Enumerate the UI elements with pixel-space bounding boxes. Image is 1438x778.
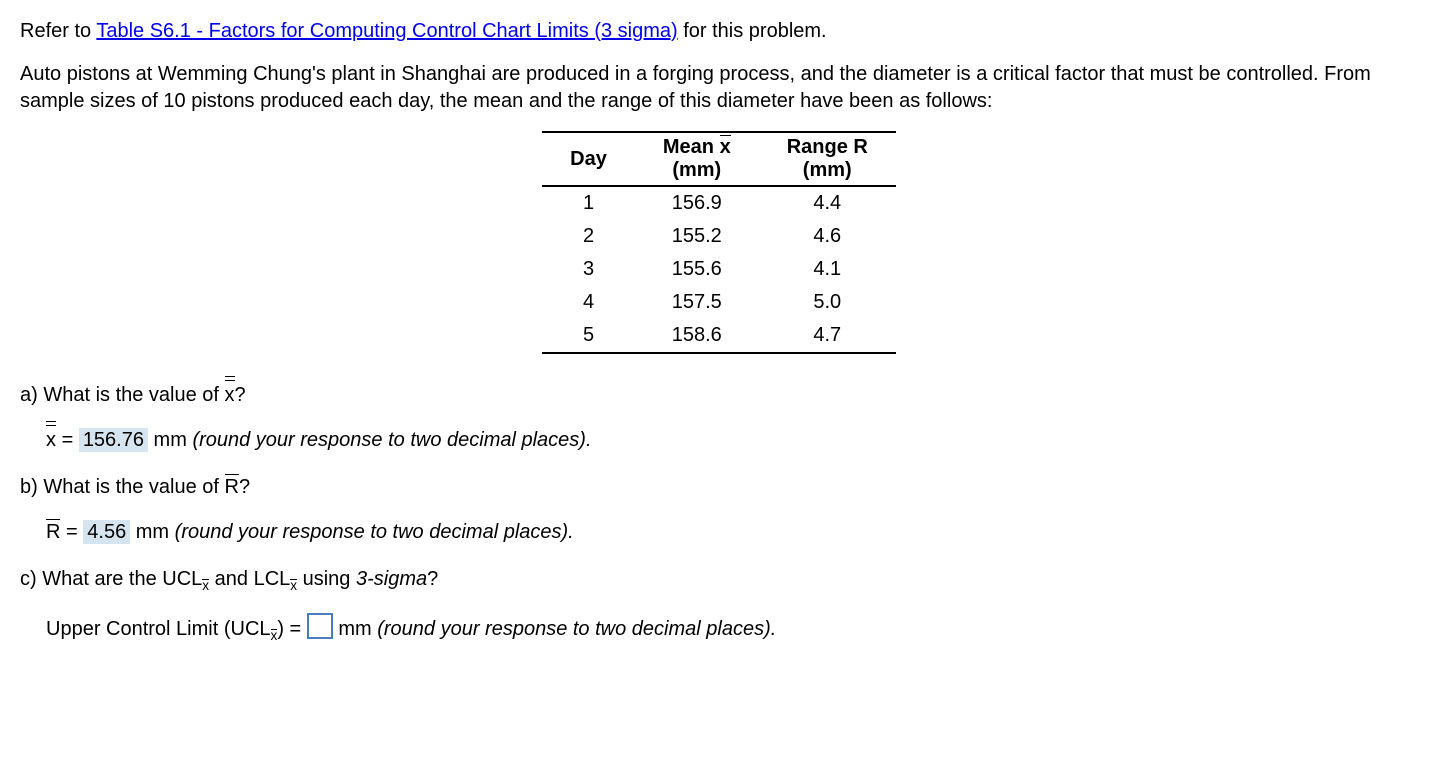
cell-day: 2	[542, 220, 635, 253]
answer-b: R = 4.56 mm (round your response to two …	[46, 519, 1418, 546]
ucl-input[interactable]	[307, 613, 333, 639]
cell-day: 4	[542, 286, 635, 319]
cell-mean: 156.9	[635, 186, 759, 220]
question-c-prefix: c) What are the UCL	[20, 568, 202, 590]
table-reference-link[interactable]: Table S6.1 - Factors for Computing Contr…	[96, 20, 677, 42]
intro-paragraph: Refer to Table S6.1 - Factors for Comput…	[20, 18, 1418, 45]
table-row: 5 158.6 4.7	[542, 319, 896, 353]
intro-prefix: Refer to	[20, 20, 96, 42]
answer-c-unit: mm	[333, 618, 377, 640]
question-b-label: b) What is the value of	[20, 476, 225, 498]
cell-day: 3	[542, 253, 635, 286]
x-bar-subscript: x	[271, 628, 278, 643]
table-row: 3 155.6 4.1	[542, 253, 896, 286]
answer-c: Upper Control Limit (UCLx) = mm (round y…	[46, 613, 1418, 645]
col-day-header: Day	[570, 148, 607, 171]
x-double-bar-symbol: x	[46, 427, 56, 454]
cell-range: 4.4	[759, 186, 896, 220]
question-b: b) What is the value of R?	[20, 474, 1418, 501]
intro-suffix: for this problem.	[678, 20, 827, 42]
cell-mean: 155.2	[635, 220, 759, 253]
col-range-header-l1: Range R	[787, 136, 868, 158]
table-header-row: Day Mean x (mm) Range R (mm)	[542, 132, 896, 186]
question-c-suffix: using	[297, 568, 356, 590]
answer-c-lhs1: Upper Control Limit (UCL	[46, 618, 271, 640]
table-row: 2 155.2 4.6	[542, 220, 896, 253]
cell-range: 5.0	[759, 286, 896, 319]
answer-c-hint: (round your response to two decimal plac…	[377, 618, 776, 640]
question-c: c) What are the UCLx and LCLx using 3-si…	[20, 566, 1418, 595]
cell-mean: 157.5	[635, 286, 759, 319]
answer-c-lhs2: ) =	[277, 618, 306, 640]
answer-a-value[interactable]: 156.76	[79, 428, 148, 452]
cell-range: 4.6	[759, 220, 896, 253]
col-mean-header-l2: (mm)	[672, 159, 721, 181]
scenario-paragraph: Auto pistons at Wemming Chung's plant in…	[20, 61, 1418, 115]
answer-b-equals: =	[66, 521, 83, 543]
cell-day: 1	[542, 186, 635, 220]
x-bar-subscript: x	[290, 578, 297, 593]
r-bar-symbol: R	[46, 519, 60, 546]
cell-mean: 155.6	[635, 253, 759, 286]
question-a-label: a) What is the value of	[20, 384, 225, 406]
table-row: 1 156.9 4.4	[542, 186, 896, 220]
col-range-header-l2: (mm)	[803, 159, 852, 181]
x-double-bar-symbol: x	[225, 382, 235, 409]
cell-day: 5	[542, 319, 635, 353]
table-row: 4 157.5 5.0	[542, 286, 896, 319]
answer-b-value[interactable]: 4.56	[83, 520, 130, 544]
question-c-sigma: 3-sigma	[356, 568, 427, 590]
answer-b-unit: mm	[136, 521, 175, 543]
cell-mean: 158.6	[635, 319, 759, 353]
answer-a-equals: =	[62, 429, 79, 451]
answer-a-hint: (round your response to two decimal plac…	[192, 429, 591, 451]
answer-a-unit: mm	[154, 429, 193, 451]
answer-a: x = 156.76 mm (round your response to tw…	[46, 427, 1418, 454]
data-table: Day Mean x (mm) Range R (mm) 1 156.9 4.4…	[542, 131, 896, 354]
question-a: a) What is the value of x?	[20, 382, 1418, 409]
question-a-qmark: ?	[235, 384, 246, 406]
question-b-qmark: ?	[239, 476, 250, 498]
question-c-mid: and LCL	[209, 568, 290, 590]
col-mean-header-l1: Mean x	[663, 136, 731, 158]
cell-range: 4.1	[759, 253, 896, 286]
data-table-container: Day Mean x (mm) Range R (mm) 1 156.9 4.4…	[20, 131, 1418, 354]
answer-b-hint: (round your response to two decimal plac…	[175, 521, 574, 543]
x-bar-subscript: x	[202, 578, 209, 593]
cell-range: 4.7	[759, 319, 896, 353]
r-bar-symbol: R	[225, 474, 239, 501]
question-c-qmark: ?	[427, 568, 438, 590]
